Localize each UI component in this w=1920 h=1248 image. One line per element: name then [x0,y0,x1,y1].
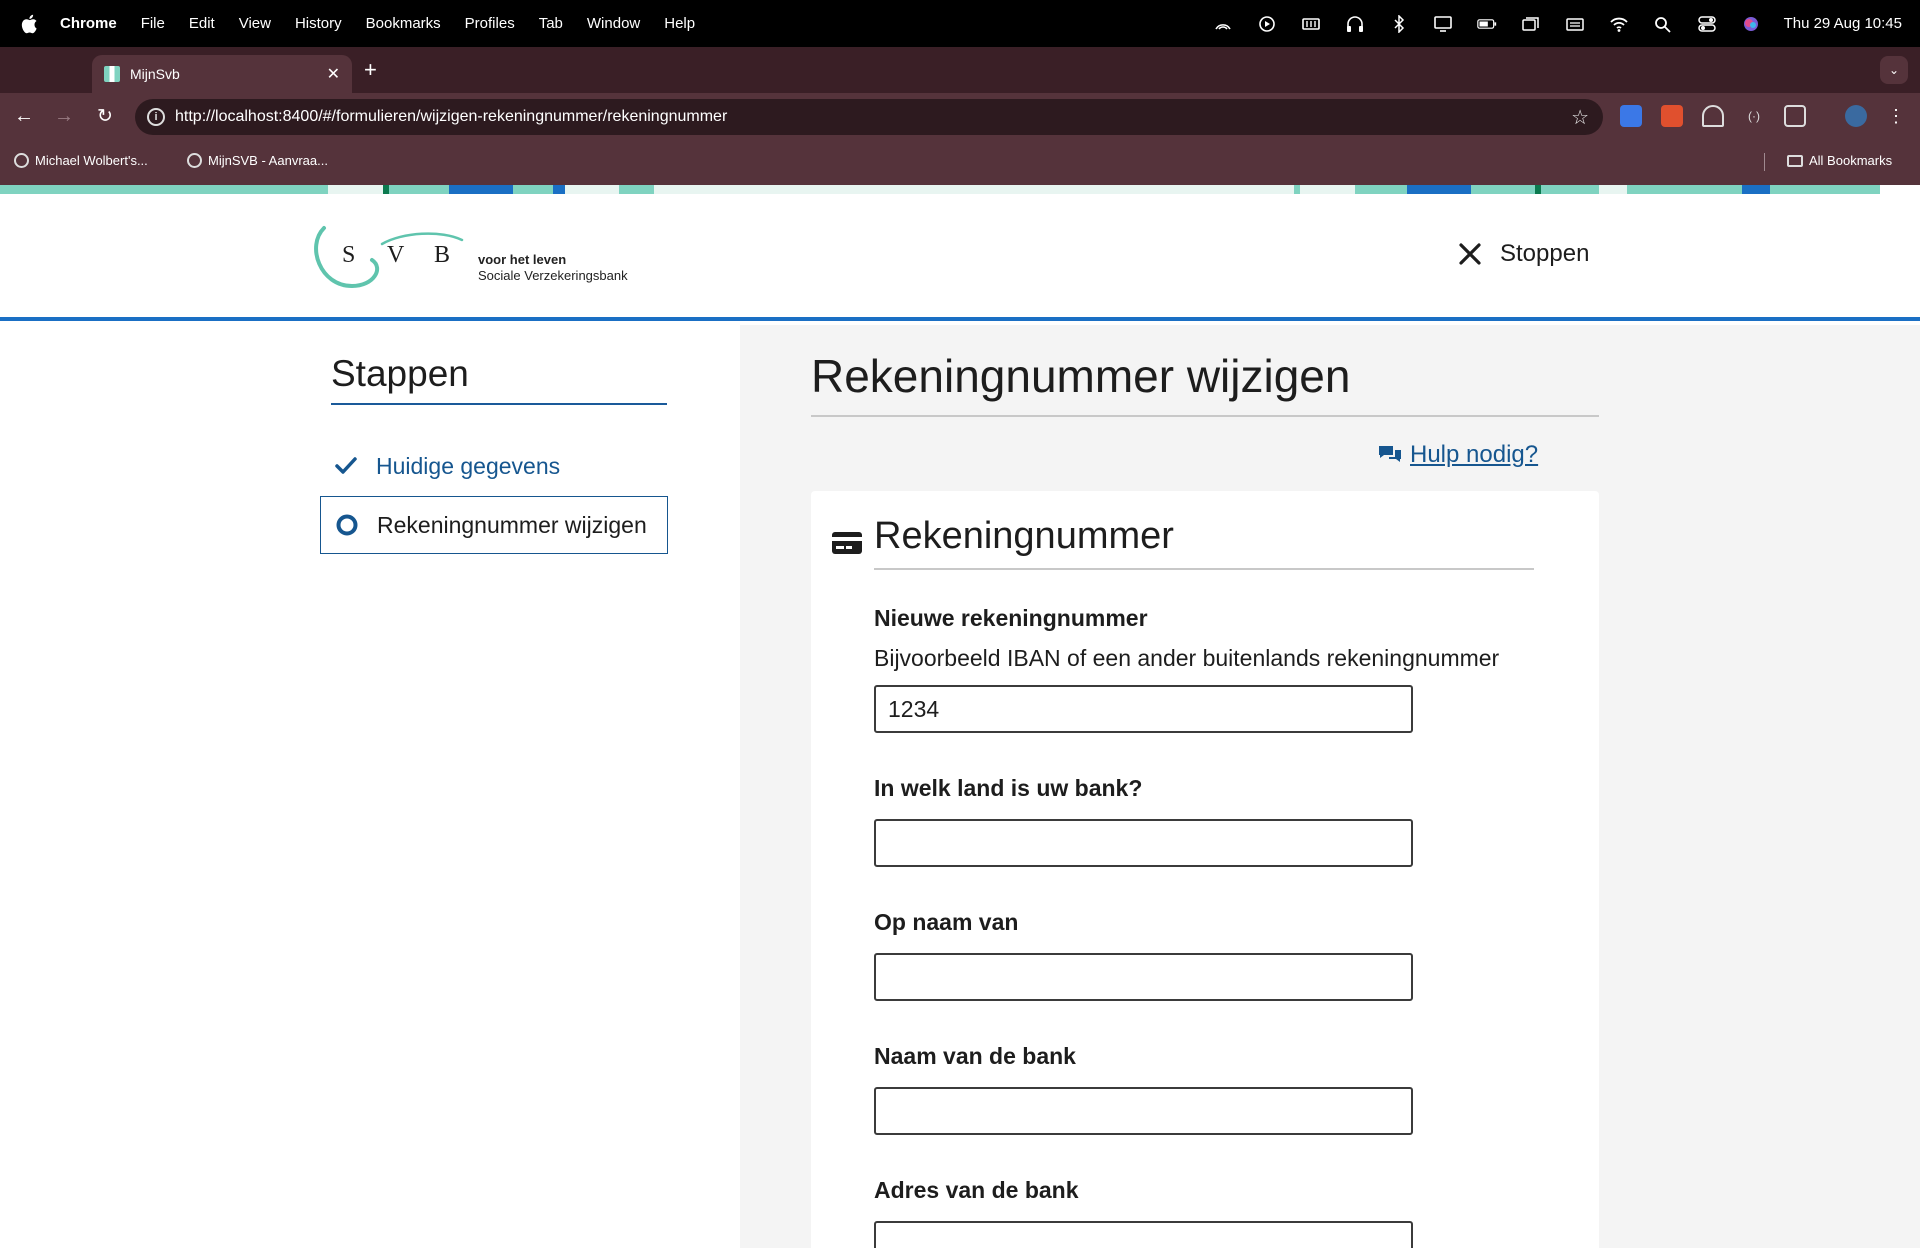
play-icon[interactable] [1256,15,1278,33]
battery-icon[interactable] [1476,15,1498,33]
back-arrow-icon[interactable]: ← [12,104,36,128]
headphones-icon[interactable] [1344,15,1366,33]
bookmark-michael-wolbert[interactable]: Michael Wolbert's... [14,153,148,168]
address-bar[interactable]: i http://localhost:8400/#/formulieren/wi… [135,99,1603,135]
keyboard-icon[interactable] [1564,15,1586,33]
account-holder-label: Op naam van [874,909,1019,935]
tab-title: MijnSvb [130,66,180,82]
bank-country-input[interactable] [874,819,1413,867]
checkmark-icon [334,454,358,478]
extensions-puzzle-icon[interactable] [1784,105,1806,127]
browser-tab-strip: MijnSvb ✕ + ⌄ [0,47,1920,93]
spotlight-search-icon[interactable] [1652,15,1674,33]
page-title: Rekeningnummer wijzigen [811,349,1599,417]
bookmark-star-icon[interactable]: ☆ [1571,105,1589,130]
browser-toolbar: ← → ↻ i http://localhost:8400/#/formulie… [0,93,1920,139]
bluetooth-icon[interactable] [1388,14,1410,33]
menu-edit[interactable]: Edit [189,15,215,32]
tab-mijnsvb[interactable]: MijnSvb ✕ [92,55,352,93]
logo-letter-s: S [342,242,355,268]
menu-tab[interactable]: Tab [539,15,563,32]
reload-icon[interactable]: ↻ [93,104,117,128]
menu-view[interactable]: View [239,15,271,32]
google-translate-icon[interactable] [1620,105,1642,127]
form-main: Rekeningnummer wijzigen Hulp nodig? Reke… [740,325,1920,1248]
logo-letter-b: B [434,242,450,268]
extension-arc-icon[interactable] [1702,105,1724,127]
extension-icon[interactable] [1661,105,1683,127]
tab-search-chevron-icon[interactable]: ⌄ [1880,56,1908,84]
all-bookmarks-button[interactable]: All Bookmarks [1787,153,1892,168]
new-tab-button[interactable]: + [364,57,377,83]
help-link[interactable]: Hulp nodig? [1378,441,1538,469]
extension-brackets-icon[interactable]: (·) [1743,105,1765,127]
tab-close-icon[interactable]: ✕ [327,64,340,84]
menu-profiles[interactable]: Profiles [465,15,515,32]
bank-address-input[interactable] [874,1221,1413,1248]
step-label: Rekeningnummer wijzigen [377,511,647,538]
all-bookmarks-label: All Bookmarks [1809,153,1893,168]
airdrop-icon[interactable] [1212,15,1234,33]
display-icon[interactable] [1432,15,1454,33]
chat-bubbles-icon [1379,446,1401,462]
bank-country-label: In welk land is uw bank? [874,775,1143,801]
bank-name-input[interactable] [874,1087,1413,1135]
current-step-circle-icon [335,513,359,537]
step-label: Huidige gegevens [376,452,561,479]
bookmarks-divider [1764,153,1765,171]
new-account-number-label: Nieuwe rekeningnummer [874,605,1148,631]
siri-icon[interactable] [1740,15,1762,33]
site-header: S V B voor het leven Sociale Verzekering… [0,194,1920,321]
new-account-number-input[interactable] [874,685,1413,733]
wifi-icon[interactable] [1608,15,1630,33]
folder-icon [1787,154,1803,167]
menu-bookmarks[interactable]: Bookmarks [366,15,441,32]
windows-icon[interactable] [1520,15,1542,33]
globe-icon [187,153,202,168]
steps-sidebar: Stappen Huidige gegevens Rekeningnummer … [0,325,740,1248]
memory-icon[interactable] [1300,15,1322,33]
stop-button[interactable]: Stoppen [1456,240,1589,268]
bookmark-mijnsvb-aanvraag[interactable]: MijnSVB - Aanvraa... [187,153,328,168]
account-holder-input[interactable] [874,953,1413,1001]
stop-label: Stoppen [1500,240,1590,267]
macos-menu-bar: Chrome File Edit View History Bookmarks … [0,0,1920,47]
bookmarks-bar: Michael Wolbert's... MijnSVB - Aanvraa..… [0,139,1920,185]
site-info-icon[interactable]: i [147,108,165,126]
svb-favicon-icon [104,66,120,82]
bank-account-card: Rekeningnummer Nieuwe rekeningnummer Bij… [811,491,1599,1248]
logo-tagline: voor het leven [478,252,567,267]
clock[interactable]: Thu 29 Aug 10:45 [1784,15,1902,32]
step-huidige-gegevens[interactable]: Huidige gegevens [320,437,668,495]
logo-letter-v: V [387,242,405,268]
chrome-menu-icon[interactable]: ⋮ [1884,104,1908,128]
decorative-color-stripe [0,185,1920,194]
profile-avatar[interactable] [1845,105,1867,127]
steps-title: Stappen [331,353,667,405]
bookmark-label: Michael Wolbert's... [35,153,148,168]
globe-icon [14,153,29,168]
menu-file[interactable]: File [141,15,165,32]
control-center-icon[interactable] [1696,15,1718,33]
close-icon [1459,243,1481,265]
step-rekeningnummer-wijzigen[interactable]: Rekeningnummer wijzigen [320,496,668,554]
menu-app-name[interactable]: Chrome [60,15,117,32]
bookmark-label: MijnSVB - Aanvraa... [208,153,328,168]
credit-card-icon [832,532,862,554]
url-text[interactable]: http://localhost:8400/#/formulieren/wijz… [175,108,727,126]
menu-help[interactable]: Help [664,15,695,32]
apple-icon[interactable] [20,13,40,35]
page: S V B voor het leven Sociale Verzekering… [0,185,1920,1248]
svb-logo[interactable]: S V B [312,224,642,294]
forward-arrow-icon[interactable]: → [52,104,76,128]
bank-address-label: Adres van de bank [874,1177,1079,1203]
menu-history[interactable]: History [295,15,342,32]
card-title: Rekeningnummer [874,515,1534,570]
bank-name-label: Naam van de bank [874,1043,1076,1069]
menu-window[interactable]: Window [587,15,640,32]
logo-organisation-name: Sociale Verzekeringsbank [478,268,628,283]
help-label: Hulp nodig? [1410,441,1539,468]
new-account-number-hint: Bijvoorbeeld IBAN of een ander buitenlan… [874,645,1500,671]
